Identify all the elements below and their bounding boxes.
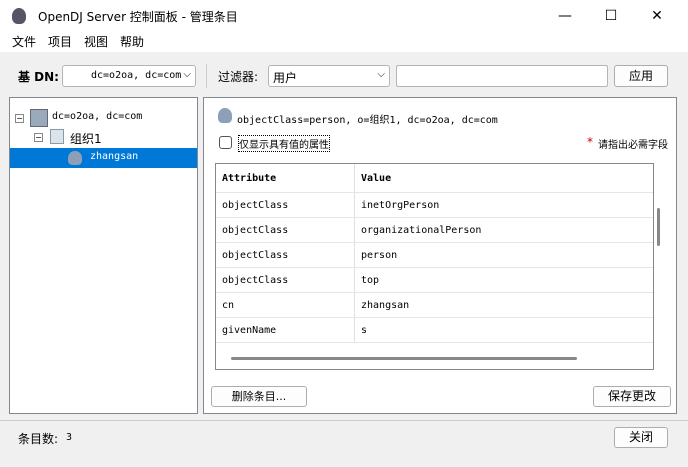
filter-input[interactable] bbox=[396, 65, 608, 87]
show-valued-label[interactable]: 仅显示具有值的属性 bbox=[238, 135, 330, 152]
app-icon bbox=[12, 8, 26, 24]
attribute-cell: objectClass bbox=[222, 250, 289, 261]
filter-select[interactable]: 用户 ⌵ bbox=[268, 65, 390, 87]
entry-tree: − dc=o2oa, dc=com − 组织1 zhangsan bbox=[9, 97, 198, 414]
filter-label: 过滤器: bbox=[218, 70, 259, 84]
required-star: * bbox=[587, 135, 593, 149]
user-icon bbox=[68, 151, 82, 165]
save-changes-button[interactable]: 保存更改 bbox=[593, 386, 671, 407]
folder-icon bbox=[50, 129, 64, 144]
collapse-icon[interactable]: − bbox=[15, 114, 24, 123]
attribute-cell: objectClass bbox=[222, 200, 289, 211]
tree-user: zhangsan bbox=[90, 151, 139, 162]
title-bar: OpenDJ Server 控制面板 - 管理条目 — ☐ ✕ bbox=[0, 0, 688, 32]
show-valued-checkbox[interactable] bbox=[219, 136, 232, 149]
header-value[interactable]: Value bbox=[361, 173, 391, 184]
value-cell[interactable]: inetOrgPerson bbox=[361, 200, 439, 211]
table-row[interactable]: objectClass inetOrgPerson bbox=[216, 193, 653, 218]
attribute-table: Attribute Value objectClass inetOrgPerson… bbox=[215, 163, 654, 370]
base-dn-select[interactable]: dc=o2oa, dc=com ⌵ bbox=[62, 65, 196, 87]
vertical-scrollbar[interactable] bbox=[657, 208, 660, 246]
base-dn-label: 基 DN: bbox=[18, 70, 59, 84]
value-cell[interactable]: organizationalPerson bbox=[361, 225, 481, 236]
value-cell[interactable]: top bbox=[361, 275, 379, 286]
tree-org[interactable]: 组织1 bbox=[70, 130, 102, 147]
attribute-cell: objectClass bbox=[222, 275, 289, 286]
table-row[interactable]: objectClass person bbox=[216, 243, 653, 268]
collapse-icon[interactable]: − bbox=[34, 133, 43, 142]
value-cell[interactable]: person bbox=[361, 250, 397, 261]
menu-file[interactable]: 文件 bbox=[12, 35, 36, 49]
chevron-down-icon: ⌵ bbox=[377, 69, 385, 80]
menu-bar: 文件 项目 视图 帮助 bbox=[0, 32, 688, 52]
table-row[interactable]: objectClass top bbox=[216, 268, 653, 293]
base-dn-value: dc=o2oa, dc=com bbox=[91, 70, 182, 81]
close-window-button[interactable]: ✕ bbox=[634, 0, 680, 32]
value-cell[interactable]: zhangsan bbox=[361, 300, 409, 311]
entry-panel: objectClass=person, o=组织1, dc=o2oa, dc=c… bbox=[203, 97, 677, 414]
entry-count-label: 条目数: bbox=[18, 432, 59, 446]
filter-value: 用户 bbox=[273, 71, 298, 85]
entry-count: 3 bbox=[66, 432, 73, 443]
horizontal-scrollbar[interactable] bbox=[231, 357, 577, 360]
window-title: OpenDJ Server 控制面板 - 管理条目 bbox=[38, 10, 238, 24]
menu-item[interactable]: 项目 bbox=[48, 35, 72, 49]
apply-button[interactable]: 应用 bbox=[614, 65, 668, 87]
menu-help[interactable]: 帮助 bbox=[120, 35, 144, 49]
delete-entry-button[interactable]: 删除条目... bbox=[211, 386, 307, 407]
tree-root[interactable]: dc=o2oa, dc=com bbox=[52, 111, 142, 122]
tree-item-selected[interactable]: zhangsan bbox=[10, 148, 197, 168]
divider bbox=[206, 64, 207, 88]
chevron-down-icon: ⌵ bbox=[183, 69, 191, 80]
required-note: 请指出必需字段 bbox=[598, 140, 668, 151]
user-icon bbox=[218, 108, 232, 123]
minimize-button[interactable]: — bbox=[542, 0, 588, 32]
table-row[interactable]: objectClass organizationalPerson bbox=[216, 218, 653, 243]
attribute-cell: cn bbox=[222, 300, 235, 311]
attribute-cell: givenName bbox=[222, 325, 277, 336]
server-icon bbox=[30, 109, 48, 127]
maximize-button[interactable]: ☐ bbox=[588, 0, 634, 32]
value-cell[interactable]: s bbox=[361, 325, 367, 336]
table-header: Attribute Value bbox=[216, 164, 653, 193]
attribute-cell: objectClass bbox=[222, 225, 289, 236]
table-row[interactable]: cn zhangsan bbox=[216, 293, 653, 318]
close-button[interactable]: 关闭 bbox=[614, 427, 668, 448]
table-row[interactable]: givenName s bbox=[216, 318, 653, 343]
header-attribute[interactable]: Attribute bbox=[222, 173, 276, 184]
divider bbox=[0, 420, 688, 421]
menu-view[interactable]: 视图 bbox=[84, 35, 108, 49]
entry-dn: objectClass=person, o=组织1, dc=o2oa, dc=c… bbox=[237, 115, 498, 126]
